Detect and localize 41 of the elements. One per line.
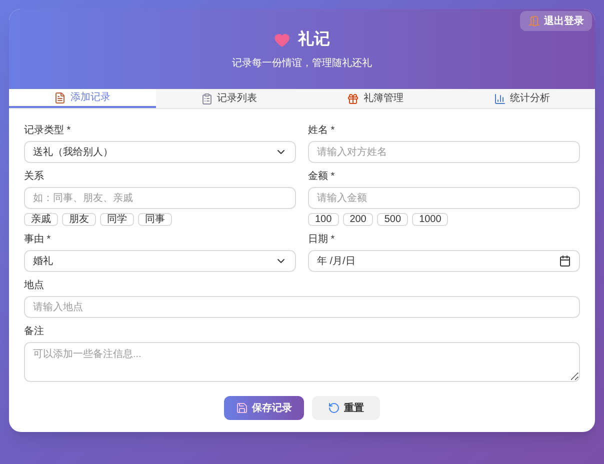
select-field[interactable]: 送礼（我给别人） [24, 141, 296, 163]
quick-fill-chip[interactable]: 500 [377, 213, 408, 226]
tab-icon [347, 92, 360, 104]
field-label: 备注 [24, 326, 45, 338]
field-label: 事由 * [24, 234, 52, 246]
field-label: 地点 [24, 280, 45, 292]
notes-field[interactable]: 可以添加一些备注信息... [24, 342, 580, 382]
quick-fill-chip[interactable]: 100 [308, 213, 339, 226]
select-field[interactable]: 婚礼 [24, 250, 296, 272]
date-field[interactable]: 年 /月/日 [308, 250, 580, 272]
tab[interactable]: 礼簿管理 [302, 89, 448, 108]
save-button[interactable]: 保存记录 [224, 396, 304, 420]
tab[interactable]: 添加记录 [9, 89, 156, 108]
field-label: 记录类型 * [24, 125, 72, 137]
input-field[interactable]: 请输入金额 [308, 187, 580, 209]
input-field[interactable]: 请输入地点 [24, 296, 580, 318]
app-subtitle: 记录每一份情谊，管理随礼还礼 [232, 56, 372, 70]
field-label: 日期 * [308, 234, 336, 246]
tab-icon [200, 92, 213, 104]
reset-button[interactable]: 重置 [312, 396, 380, 420]
field-label: 姓名 * [308, 125, 336, 137]
calendar-icon [559, 255, 571, 267]
app-title: 礼记 [298, 29, 330, 50]
quick-fill-chip[interactable]: 同事 [138, 213, 172, 226]
door-icon [528, 15, 540, 27]
input-field[interactable]: 请输入对方姓名 [308, 141, 580, 163]
quick-fill-chip[interactable]: 200 [342, 213, 374, 226]
quick-fill-chip[interactable]: 1000 [412, 213, 448, 226]
field-label: 金额 * [308, 171, 336, 183]
tab[interactable]: 统计分析 [448, 89, 595, 108]
reset-icon [328, 402, 340, 414]
tab[interactable]: 记录列表 [156, 89, 302, 108]
quick-fill-chip[interactable]: 同学 [100, 213, 134, 226]
tab-icon [494, 92, 506, 104]
quick-fill-chip[interactable]: 朋友 [62, 213, 96, 226]
heart-icon [274, 32, 290, 48]
field-label: 关系 [24, 171, 45, 183]
input-field[interactable]: 如：同事、朋友、亲戚 [24, 187, 296, 209]
quick-fill-chip[interactable]: 亲戚 [24, 213, 58, 226]
logout-button[interactable]: 退出登录 [520, 11, 592, 31]
tab-icon [54, 92, 66, 104]
